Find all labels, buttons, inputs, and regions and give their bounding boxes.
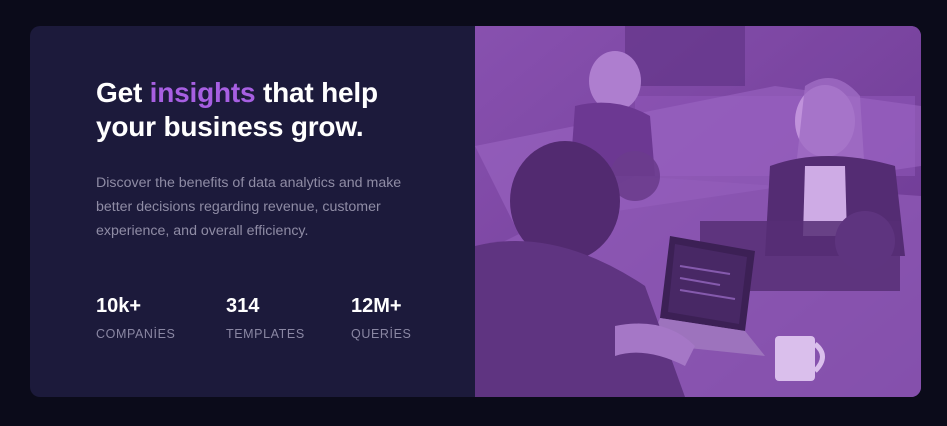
stat-value: 314 [226,295,260,317]
office-photo [475,26,921,397]
stat-value: 10k+ [96,295,142,317]
office-photo-illustration [475,26,921,397]
stat-templates: 314 TEMPLATES [226,294,305,341]
purple-overlay [475,26,921,397]
stat-label: TEMPLATES [226,327,305,341]
stat-value: 12M+ [351,295,402,317]
headline-accent: insights [149,77,256,108]
stats-preview-card: Get insights that help your business gro… [30,26,921,397]
headline-text-start: Get [96,77,150,108]
card-content: Get insights that help your business gro… [30,26,475,397]
stat-label: COMPANİES [96,327,176,341]
headline: Get insights that help your business gro… [96,76,436,144]
stat-companies: 10k+ COMPANİES [96,294,176,341]
stat-label: QUERİES [351,327,412,341]
description: Discover the benefits of data analytics … [96,175,402,239]
stat-queries: 12M+ QUERİES [351,294,411,341]
